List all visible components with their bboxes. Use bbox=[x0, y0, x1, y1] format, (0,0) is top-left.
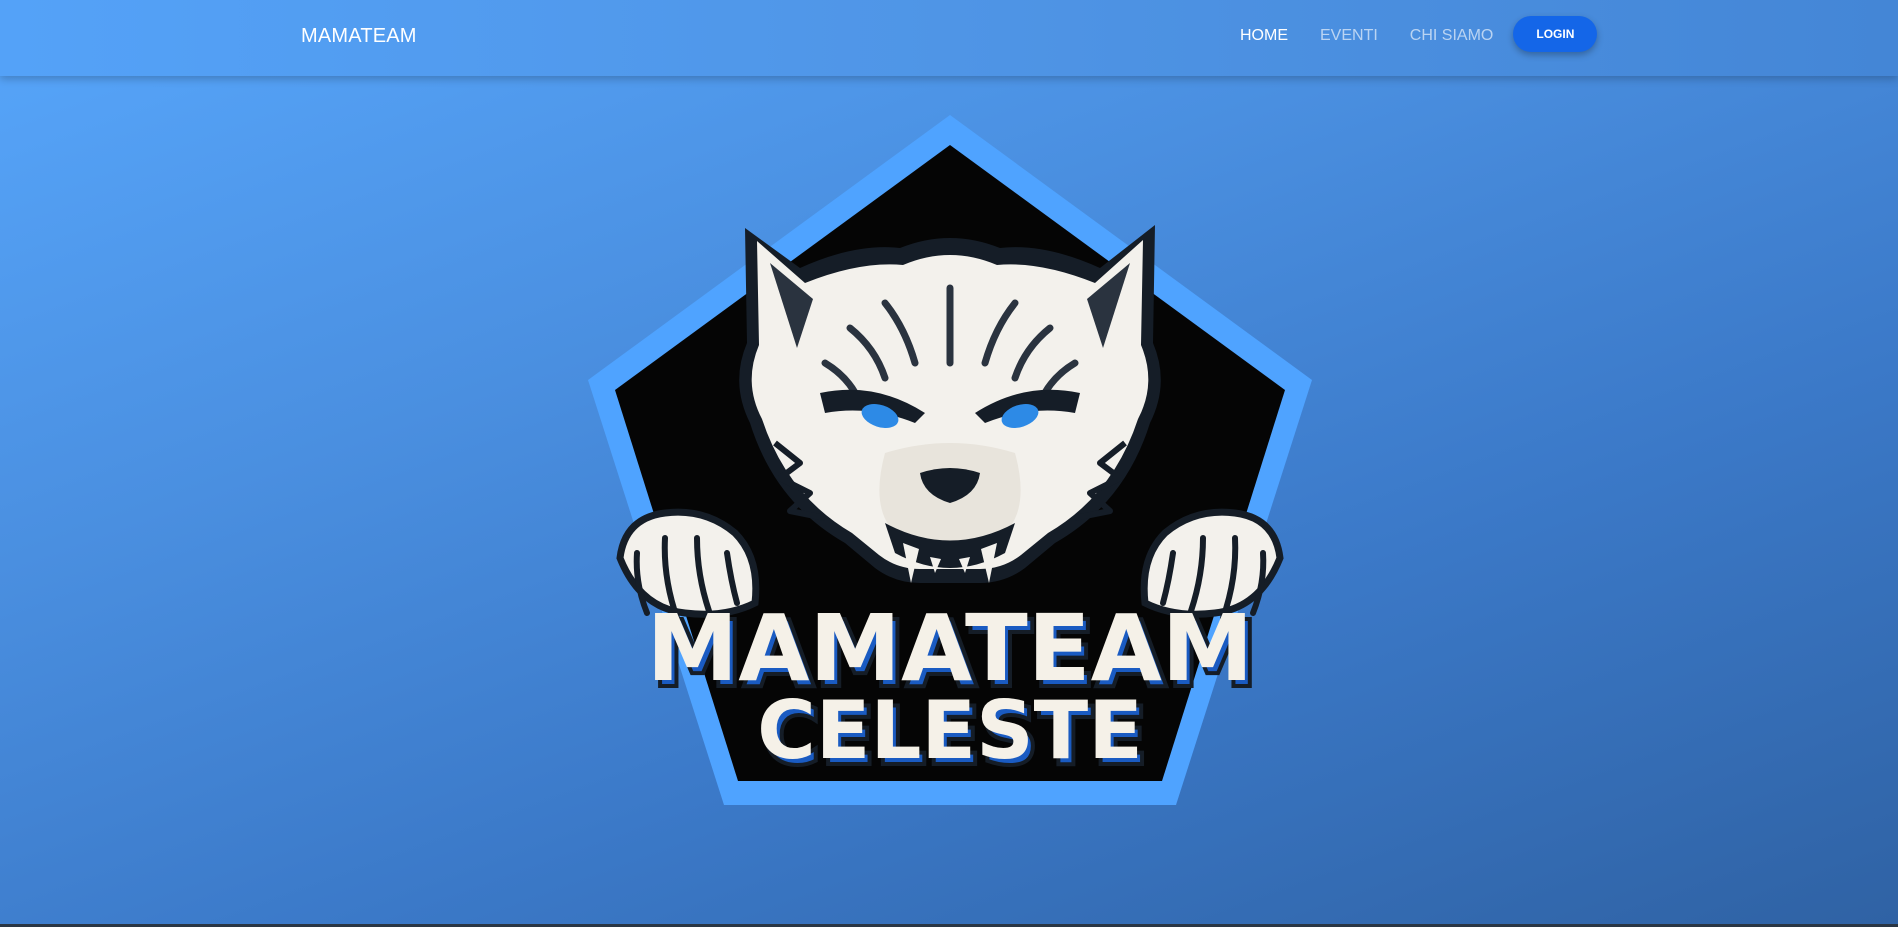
nav-links: HOME EVENTI CHI SIAMO LOGIN bbox=[1240, 0, 1598, 72]
emblem-text-celeste: CELESTE bbox=[757, 684, 1143, 777]
wolf-emblem-icon: MAMATEAM MAMATEAM CELESTE CELESTE bbox=[588, 115, 1312, 805]
nav-chi-siamo-link[interactable]: CHI SIAMO bbox=[1410, 27, 1494, 45]
top-navbar: MAMATEAM HOME EVENTI CHI SIAMO LOGIN bbox=[0, 0, 1898, 76]
login-button[interactable]: LOGIN bbox=[1513, 16, 1598, 52]
team-logo-emblem: MAMATEAM MAMATEAM CELESTE CELESTE bbox=[585, 113, 1315, 813]
brand-logo-text[interactable]: MAMATEAM bbox=[301, 25, 417, 48]
nav-eventi-link[interactable]: EVENTI bbox=[1320, 27, 1378, 45]
nav-home-link[interactable]: HOME bbox=[1240, 27, 1288, 45]
